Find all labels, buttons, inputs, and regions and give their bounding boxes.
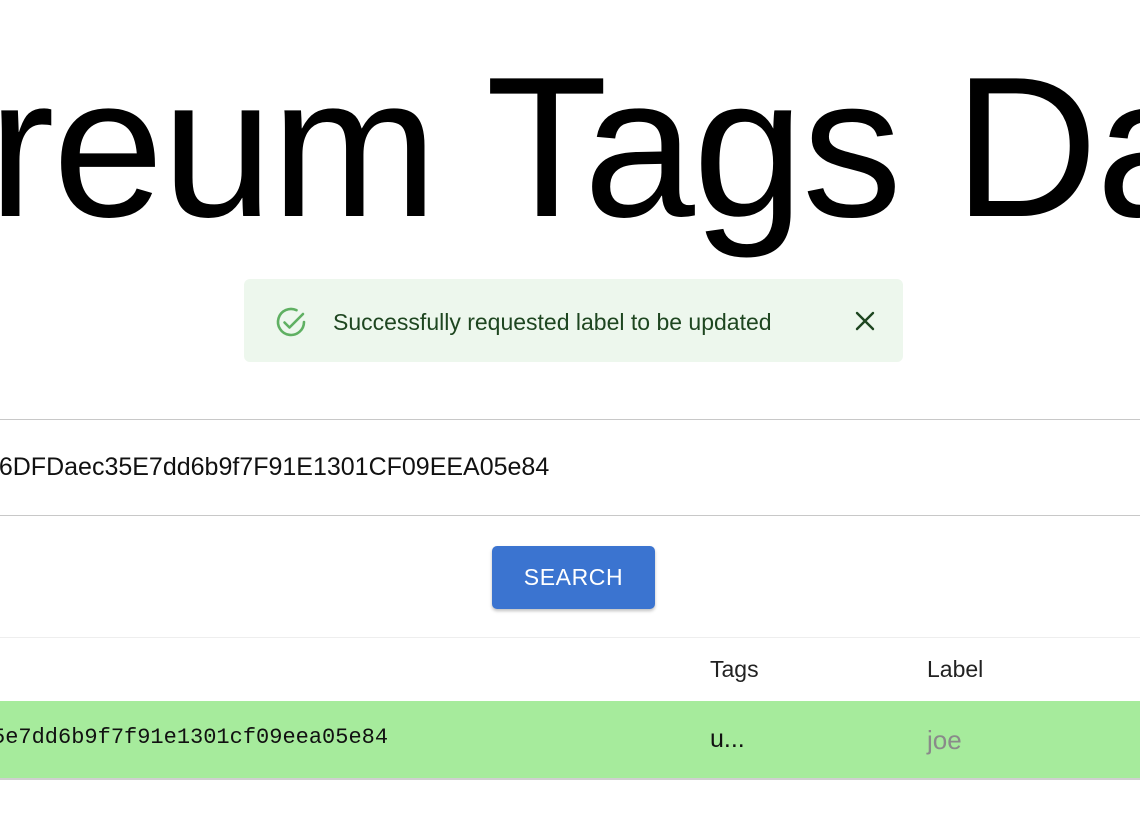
page-title: reum Tags Data xyxy=(0,36,1140,259)
search-button[interactable]: SEARCH xyxy=(492,546,655,609)
address-search-input[interactable] xyxy=(0,420,1138,515)
search-field xyxy=(0,419,1140,516)
alert-message: Successfully requested label to be updat… xyxy=(333,309,772,335)
page: reum Tags Data Successfully requested la… xyxy=(0,0,1140,815)
row-address: 5e7dd6b9f7f91e1301cf09eea05e84 xyxy=(0,725,389,750)
row-label[interactable]: joe xyxy=(927,725,962,756)
column-header-label[interactable]: Label xyxy=(927,656,983,683)
table-header: Tags Label xyxy=(0,637,1140,702)
close-icon[interactable] xyxy=(850,306,880,336)
column-header-tags[interactable]: Tags xyxy=(710,656,759,683)
check-circle-icon xyxy=(276,307,306,337)
table-row[interactable]: 5e7dd6b9f7f91e1301cf09eea05e84 u... joe xyxy=(0,701,1140,780)
row-tags: u... xyxy=(710,725,745,753)
